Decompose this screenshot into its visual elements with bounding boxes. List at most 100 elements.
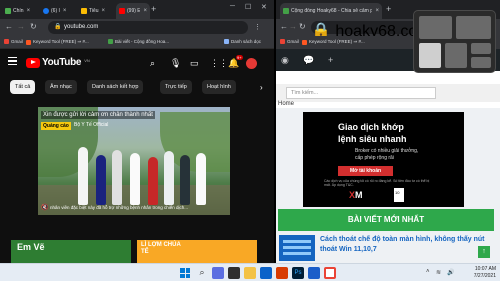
- edge-icon[interactable]: [260, 267, 272, 279]
- youtube-logo-text: YouTube: [42, 57, 82, 68]
- back-icon[interactable]: ←: [5, 22, 13, 31]
- ad-channel-name[interactable]: Bộ Y Tế Official: [74, 122, 108, 128]
- close-tab-icon[interactable]: ×: [375, 8, 379, 14]
- bookmark-danh-sach[interactable]: Danh sách dọc: [224, 39, 261, 44]
- bookmark-label: Gmail: [11, 39, 23, 44]
- forward-icon[interactable]: →: [17, 22, 25, 31]
- ad-caption: nhân viên đặc biệt này đã hỗ trợ những b…: [50, 205, 189, 210]
- xm-logo: XM: [349, 190, 363, 200]
- start-windows-icon[interactable]: [180, 268, 190, 278]
- list-icon: [224, 39, 229, 44]
- xm-advertisement[interactable]: Giao dịch khớp lệnh siêu nhanh Broker có…: [303, 112, 464, 207]
- gmail-icon: [4, 39, 9, 44]
- avatar[interactable]: [246, 58, 257, 69]
- bookmark-gmail[interactable]: Gmail: [4, 39, 23, 44]
- close-tab-icon[interactable]: ×: [102, 8, 106, 14]
- forward-icon[interactable]: →: [289, 22, 297, 31]
- breadcrumb-home[interactable]: Home: [278, 101, 294, 107]
- reload-icon[interactable]: ↻: [299, 22, 306, 31]
- back-icon[interactable]: ←: [280, 22, 288, 31]
- photoshop-icon[interactable]: Ps: [292, 267, 304, 279]
- tab-1[interactable]: Chín ×: [2, 3, 38, 19]
- chip-live[interactable]: Trực tiếp: [160, 80, 192, 94]
- snap-layout-option[interactable]: [419, 16, 452, 39]
- dashboard-icon[interactable]: ◉: [281, 55, 289, 66]
- tab-strip: Chín × (6) I × Tiêu × (99) E × + ─ ☐ ✕: [0, 0, 274, 19]
- tab-label: (6) I: [51, 8, 60, 14]
- ad-video-player[interactable]: Xin được gửi lời cảm ơn chân thành nhất …: [38, 107, 230, 215]
- taskbar: ⌕ Ps ˄ ≋ 🔊 10:07 AM 7/27/2021: [0, 263, 500, 281]
- snap-layout-option[interactable]: [445, 43, 467, 68]
- address-bar-row: ← → ↻ 🔒 youtube.com ⋮: [0, 19, 274, 36]
- system-clock[interactable]: 10:07 AM 7/27/2021: [462, 266, 496, 279]
- open-account-button[interactable]: Mở tài khoản: [338, 166, 393, 176]
- gmail-icon: [280, 39, 285, 44]
- microphone-icon[interactable]: 🎙: [170, 58, 181, 69]
- bookmark-label: Keyword Tool (FREE) ⇒ #...: [309, 39, 365, 44]
- create-video-icon[interactable]: ▭: [190, 58, 199, 69]
- video-thumbnail[interactable]: LÌ LỢM CHÚA TỂ: [137, 240, 257, 263]
- bookmark-gmail[interactable]: Gmail: [280, 39, 299, 44]
- youtube-logo[interactable]: YouTube VN: [26, 57, 90, 68]
- chrome-icon[interactable]: [324, 267, 336, 279]
- ad-risk-warning: Các dịch vụ của chúng tôi có rủi ro đáng…: [324, 179, 430, 188]
- comments-icon[interactable]: 💬: [303, 55, 314, 66]
- hamburger-menu-icon[interactable]: [8, 57, 17, 66]
- add-new-icon[interactable]: +: [328, 55, 333, 65]
- scroll-top-icon[interactable]: ↑: [478, 246, 490, 258]
- chip-animation[interactable]: Hoạt hình: [202, 80, 236, 94]
- tab-favicon: [5, 8, 11, 14]
- close-tab-icon[interactable]: ×: [143, 8, 147, 14]
- task-view-icon[interactable]: [212, 267, 224, 279]
- word-icon[interactable]: [308, 267, 320, 279]
- close-tab-icon[interactable]: ×: [27, 8, 31, 14]
- article-thumbnail[interactable]: [279, 235, 315, 261]
- tab-2[interactable]: (6) I ×: [40, 3, 76, 19]
- chip-music[interactable]: Âm nhạc: [45, 80, 77, 94]
- new-tab-button[interactable]: +: [386, 4, 391, 14]
- bookmark-keyword-tool[interactable]: Keyword Tool (FREE) ⇒ #...: [26, 39, 89, 45]
- desktop: Chín × (6) I × Tiêu × (99) E × + ─ ☐ ✕ ←…: [0, 0, 500, 281]
- chip-mix[interactable]: Danh sách kết hợp: [87, 80, 144, 94]
- reload-icon[interactable]: ↻: [30, 22, 37, 31]
- search-icon[interactable]: ⌕: [150, 58, 155, 69]
- search-input[interactable]: Tìm kiếm...: [286, 87, 436, 99]
- menu-icon[interactable]: ⋮: [254, 23, 261, 31]
- snap-layout-option[interactable]: [471, 57, 491, 68]
- bookmark-label: Keyword Tool (FREE) ⇒ #...: [33, 39, 89, 44]
- url-field[interactable]: 🔒 youtube.com: [48, 21, 248, 34]
- bookmark-label: Gmail: [287, 39, 299, 44]
- snap-layouts-flyout: [413, 10, 496, 73]
- volume-icon[interactable]: 🔊: [447, 269, 454, 276]
- notification-badge: 9+: [236, 55, 243, 60]
- snap-layout-option[interactable]: [456, 16, 491, 39]
- chevron-up-icon[interactable]: ˄: [426, 269, 430, 275]
- tab-hoaky68-active[interactable]: Cộng đồng Hoaky68 - Chia sẻ cảm ph... ×: [280, 3, 382, 19]
- snap-layout-option-highlighted[interactable]: [419, 43, 441, 68]
- mute-icon[interactable]: 🔇: [41, 204, 48, 211]
- close-tab-icon[interactable]: ×: [63, 8, 67, 14]
- chip-all[interactable]: Tất cả: [10, 80, 36, 94]
- browser-window-youtube[interactable]: Chín × (6) I × Tiêu × (99) E × + ─ ☐ ✕ ←…: [0, 0, 274, 263]
- close-window-icon[interactable]: ✕: [261, 3, 267, 11]
- tab-youtube-active[interactable]: (99) E ×: [116, 3, 150, 19]
- widgets-icon[interactable]: [228, 267, 240, 279]
- chevron-right-icon[interactable]: ›: [260, 83, 263, 92]
- snap-layout-option[interactable]: [471, 43, 491, 54]
- tab-3[interactable]: Tiêu ×: [78, 3, 114, 19]
- apps-grid-icon[interactable]: ⋮⋮: [210, 58, 228, 69]
- video-thumbnail[interactable]: Em Vẽ: [11, 240, 131, 263]
- maximize-icon[interactable]: ☐: [245, 3, 251, 11]
- bookmark-bai-viet[interactable]: Bài viết - Cộng đồng Hoa...: [108, 39, 169, 44]
- article-title-link[interactable]: Cách thoát chế độ toàn màn hình, không t…: [320, 235, 488, 255]
- search-icon[interactable]: ⌕: [196, 267, 208, 279]
- ad-title[interactable]: Xin được gửi lời cảm ơn chân thành nhất: [41, 111, 155, 119]
- minimize-icon[interactable]: ─: [230, 3, 235, 10]
- bookmark-keyword-tool[interactable]: Keyword Tool (FREE) ⇒ #...: [302, 39, 365, 45]
- thumbnail-text: Em Vẽ: [17, 242, 45, 252]
- wifi-icon[interactable]: ≋: [436, 269, 441, 276]
- tab-label: Cộng đồng Hoaky68 - Chia sẻ cảm ph...: [291, 8, 373, 14]
- file-explorer-icon[interactable]: [244, 267, 256, 279]
- new-tab-button[interactable]: +: [151, 4, 156, 14]
- store-icon[interactable]: [276, 267, 288, 279]
